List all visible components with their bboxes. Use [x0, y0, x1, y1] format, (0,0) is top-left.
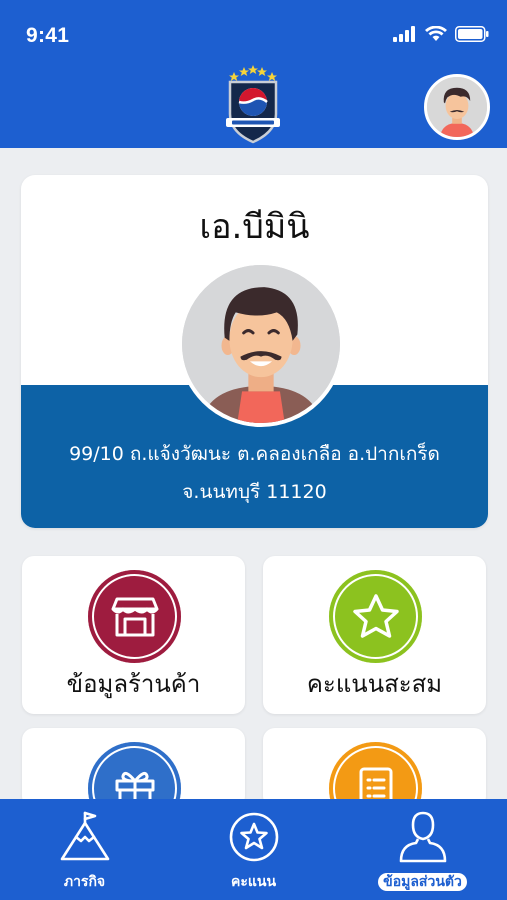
profile-address: 99/10 ถ.แจ้งวัฒนะ ต.คลองเกลือ อ.ปากเกร็ด…: [21, 435, 488, 511]
star-icon: [352, 593, 399, 638]
shop-icon: [111, 597, 158, 636]
app-header: 9:41: [0, 0, 507, 148]
person-icon: [399, 811, 446, 863]
wifi-icon: [425, 26, 447, 41]
profile-card: เอ.บีมินิ 99/10 ถ.แจ้งวัฒนะ ต.คลองเกลือ …: [21, 175, 488, 528]
tile-history[interactable]: [263, 728, 486, 808]
mountain-flag-icon: [60, 811, 109, 861]
tile-label: ข้อมูลร้านค้า: [66, 670, 201, 698]
pepsi-badge-logo: [226, 65, 280, 144]
tile-label: คะแนนสะสม: [306, 670, 443, 698]
nav-label: คะแนน: [230, 874, 277, 890]
nav-item-points[interactable]: คะแนน: [169, 799, 338, 900]
nav-label: ภารกิจ: [63, 874, 106, 890]
status-icons: [393, 26, 489, 42]
profile-name: เอ.บีมินิ: [199, 207, 310, 247]
nav-label-active: ข้อมูลส่วนตัว: [338, 871, 507, 893]
tile-points[interactable]: คะแนนสะสม: [263, 556, 486, 714]
address-line-1: 99/10 ถ.แจ้งวัฒนะ ต.คลองเกลือ อ.ปากเกร็ด: [69, 443, 440, 465]
profile-avatar: [178, 261, 344, 427]
nav-item-missions[interactable]: ภารกิจ: [0, 799, 169, 900]
status-time: 9:41: [26, 24, 70, 47]
signal-icon: [393, 26, 415, 42]
user-avatar-icon: [427, 77, 487, 137]
star-icon-circle: [329, 570, 422, 663]
tile-rewards[interactable]: [22, 728, 245, 808]
address-line-2: จ.นนทบุรี 11120: [182, 481, 327, 503]
nav-item-profile[interactable]: ข้อมูลส่วนตัว: [338, 799, 507, 900]
header-avatar[interactable]: [424, 74, 490, 140]
shop-icon-circle: [88, 570, 181, 663]
star-circle-icon: [229, 812, 278, 862]
battery-icon: [455, 26, 489, 42]
bottom-nav: ภารกิจ คะแนน ข้อมูลส่วนตัว: [0, 799, 507, 900]
user-avatar-icon: [182, 265, 340, 423]
tile-shop-info[interactable]: ข้อมูลร้านค้า: [22, 556, 245, 714]
